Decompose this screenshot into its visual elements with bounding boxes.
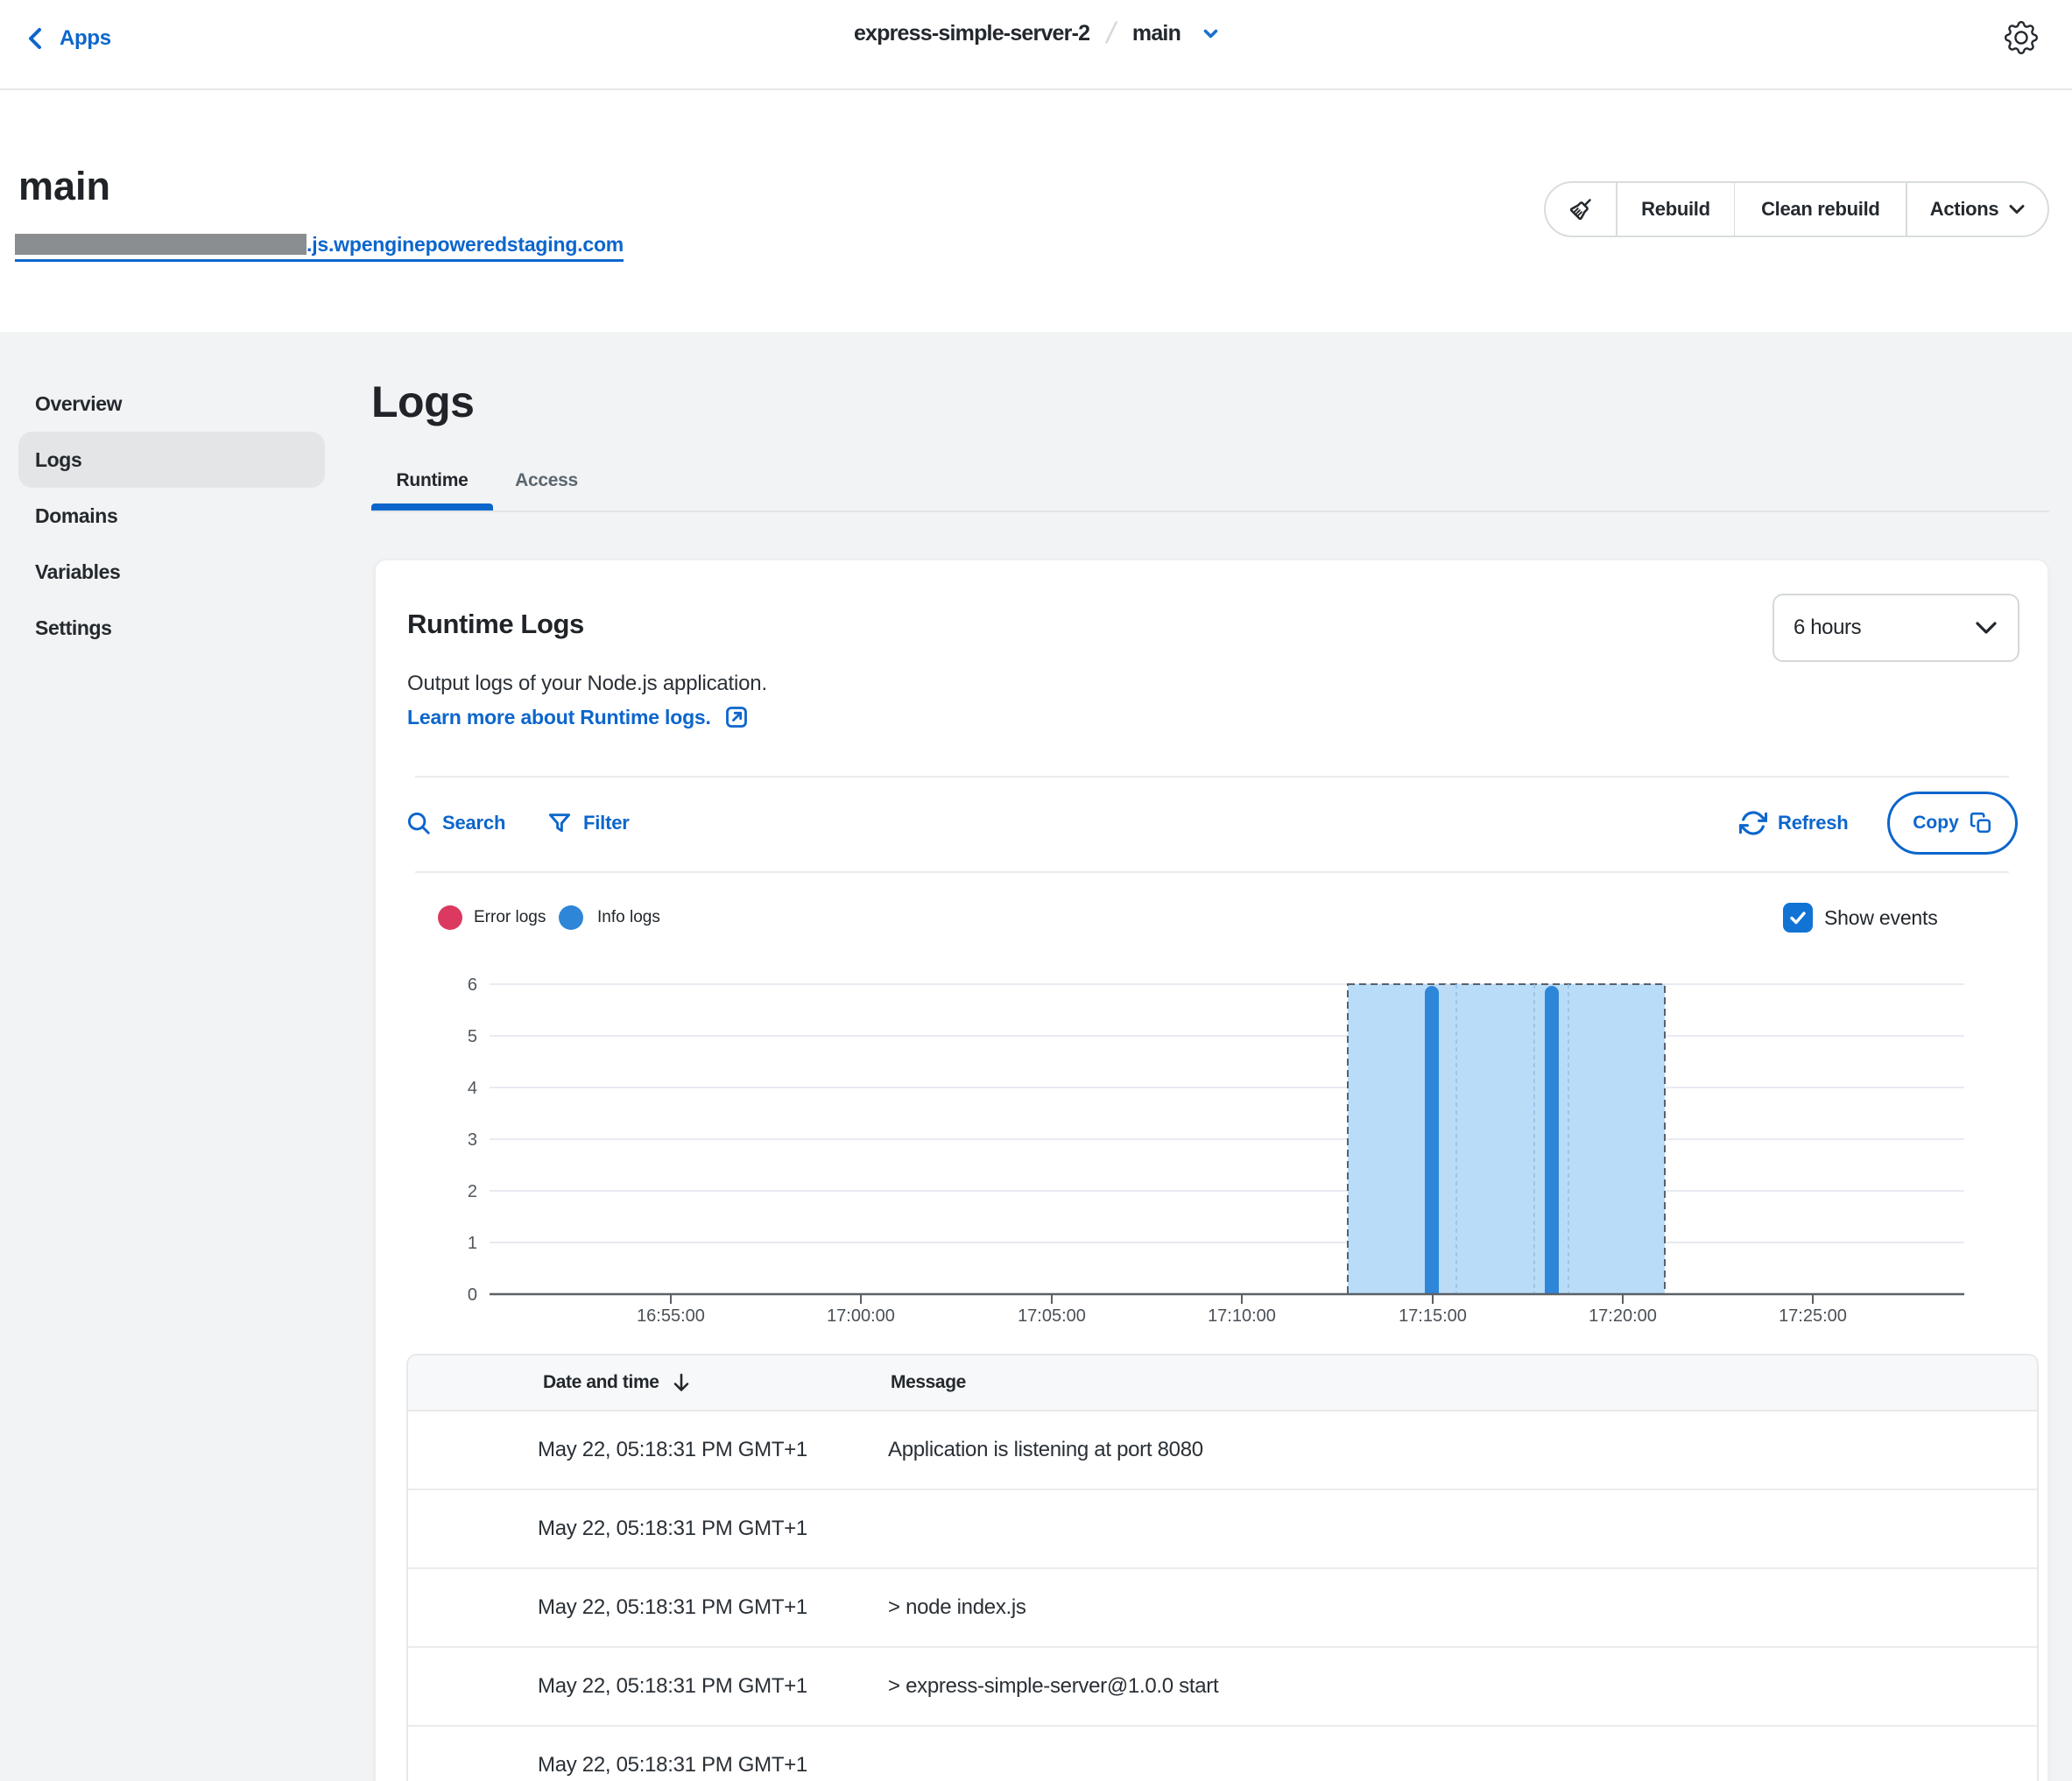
svg-text:17:00:00: 17:00:00 (827, 1306, 895, 1326)
svg-text:16:55:00: 16:55:00 (637, 1306, 705, 1326)
svg-text:2: 2 (468, 1182, 477, 1201)
svg-text:5: 5 (468, 1027, 477, 1046)
svg-text:1: 1 (468, 1234, 477, 1253)
svg-text:6: 6 (468, 975, 477, 995)
svg-text:17:20:00: 17:20:00 (1589, 1306, 1657, 1326)
svg-text:17:10:00: 17:10:00 (1208, 1306, 1276, 1326)
svg-text:0: 0 (468, 1285, 477, 1305)
svg-text:17:05:00: 17:05:00 (1018, 1306, 1086, 1326)
svg-text:17:15:00: 17:15:00 (1399, 1306, 1467, 1326)
svg-text:3: 3 (468, 1130, 477, 1150)
svg-text:17:25:00: 17:25:00 (1779, 1306, 1847, 1326)
svg-text:4: 4 (468, 1079, 477, 1098)
